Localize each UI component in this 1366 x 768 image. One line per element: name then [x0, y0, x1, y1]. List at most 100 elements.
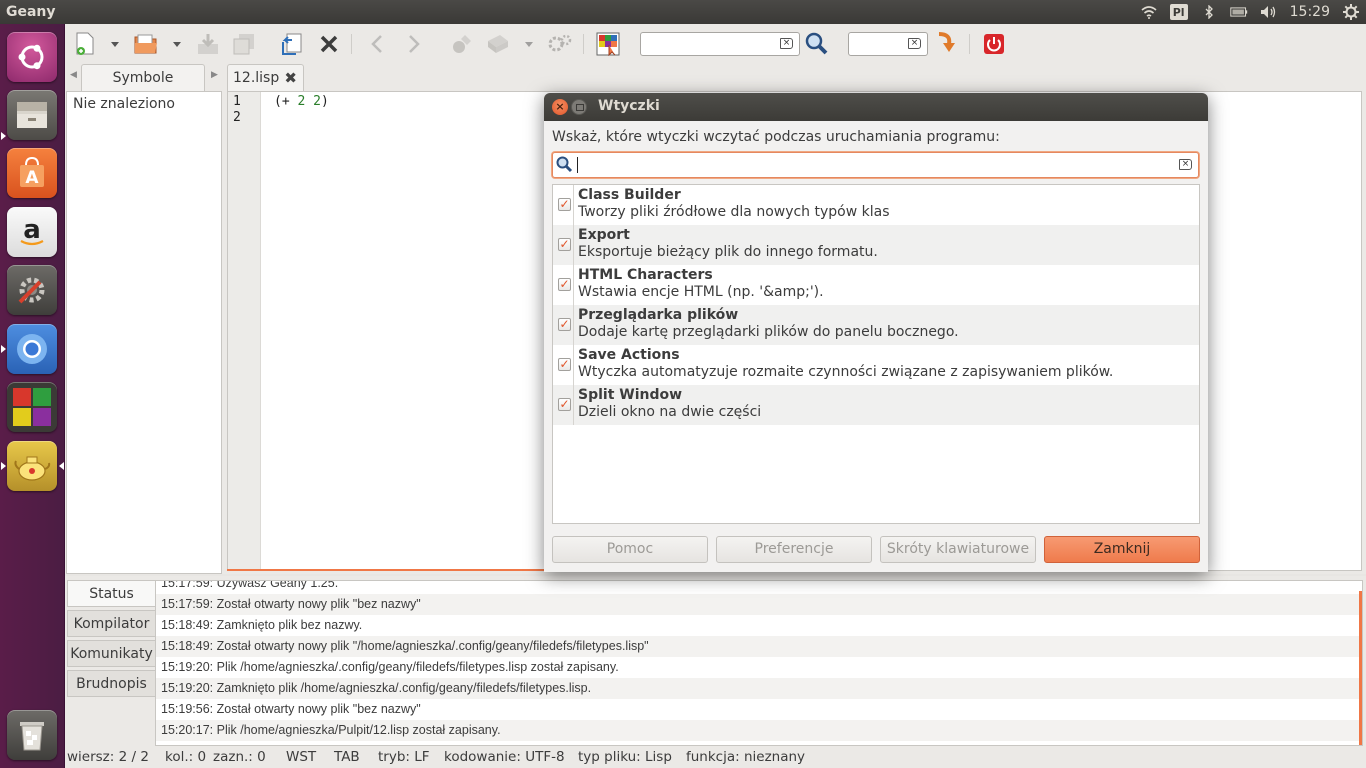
sidebar-tab-next-icon[interactable]: ▶ [211, 70, 218, 80]
geany-icon[interactable] [7, 441, 57, 491]
close-button[interactable]: Zamknij [1044, 536, 1200, 563]
search-icon [556, 156, 573, 177]
plugin-name: Split Window [578, 387, 683, 403]
open-file-icon[interactable] [133, 31, 159, 57]
svg-text:A: A [25, 168, 39, 188]
wifi-icon[interactable] [1140, 4, 1158, 20]
code-text[interactable]: (+ 2 2) [274, 94, 329, 126]
plugin-row[interactable]: ✓ Export Eksportuje bieżący plik do inne… [553, 225, 1199, 265]
tab-scratchpad[interactable]: Brudnopis [67, 670, 155, 697]
clock[interactable]: 15:29 [1290, 4, 1330, 20]
new-file-dropdown-icon[interactable] [111, 42, 119, 47]
plugin-checkbox[interactable]: ✓ [558, 238, 571, 251]
quit-icon[interactable] [981, 31, 1007, 57]
log-scrollbar[interactable] [1359, 591, 1362, 745]
save-icon[interactable] [195, 31, 221, 57]
plugin-row[interactable]: ✓ Split Window Dzieli okno na dwie częśc… [553, 385, 1199, 425]
status-insert-mode: WST [286, 749, 317, 765]
search-icon[interactable] [804, 31, 830, 57]
app-title: Geany [6, 4, 56, 20]
plugin-description: Tworzy pliki źródłowe dla nowych typów k… [578, 204, 890, 220]
line-number-gutter: 1 2 [228, 92, 261, 570]
dialog-close-icon[interactable]: × [552, 99, 568, 115]
goto-line-input[interactable]: × [848, 32, 928, 56]
tab-status[interactable]: Status [67, 580, 155, 607]
keybindings-button[interactable]: Skróty klawiaturowe [880, 536, 1036, 563]
ubuntu-dash-icon[interactable] [7, 32, 57, 82]
plugin-checkbox[interactable]: ✓ [558, 318, 571, 331]
back-icon[interactable] [364, 31, 390, 57]
plugin-description: Dzieli okno na dwie części [578, 404, 762, 420]
plugin-row[interactable]: ✓ HTML Characters Wstawia encje HTML (np… [553, 265, 1199, 305]
status-log[interactable]: 15:17:59: Używasz Geany 1.25. 15:17:59: … [155, 580, 1363, 746]
status-bar: wiersz: 2 / 2 kol.: 0 zazn.: 0 WST TAB t… [65, 746, 1366, 768]
status-line: wiersz: 2 / 2 [67, 749, 149, 765]
status-eol-mode: tryb: LF [378, 749, 430, 765]
plugin-row[interactable]: ✓ Class Builder Tworzy pliki źródłowe dl… [553, 185, 1199, 225]
plugin-row[interactable]: ✓ Przeglądarka plików Dodaje kartę przeg… [553, 305, 1199, 345]
clear-plugin-search-icon[interactable]: × [1179, 159, 1192, 170]
log-row: 15:18:49: Zamknięto plik bez nazwy. [161, 618, 363, 632]
sidebar-tab-prev-icon[interactable]: ◀ [70, 70, 77, 80]
svg-text:a: a [23, 215, 41, 245]
close-file-icon[interactable] [316, 31, 342, 57]
status-function: funkcja: nieznany [686, 749, 806, 765]
build-dropdown-icon[interactable] [525, 42, 533, 47]
plugin-name: Class Builder [578, 187, 681, 203]
workspaces-icon[interactable] [7, 382, 57, 432]
system-tray: Pl 15:29 [1140, 0, 1360, 24]
plugin-checkbox[interactable]: ✓ [558, 358, 571, 371]
status-col: kol.: 0 [165, 749, 207, 765]
software-center-icon[interactable]: A [7, 148, 57, 198]
session-gear-icon[interactable] [1342, 4, 1360, 20]
status-filetype: typ pliku: Lisp [578, 749, 672, 765]
line-number: 2 [233, 110, 241, 125]
log-row: 15:17:59: Używasz Geany 1.25. [161, 580, 339, 590]
build-icon[interactable] [485, 31, 511, 57]
amazon-icon[interactable]: a [7, 207, 57, 257]
plugin-checkbox[interactable]: ✓ [558, 398, 571, 411]
tab-symbols[interactable]: Symbole [81, 64, 205, 91]
plugin-search-input[interactable]: × [552, 152, 1199, 178]
top-panel: Geany Pl 15:29 [0, 0, 1366, 24]
plugin-checkbox[interactable]: ✓ [558, 278, 571, 291]
files-icon[interactable] [7, 90, 57, 140]
goto-line-icon[interactable] [933, 31, 959, 57]
plugin-name: Przeglądarka plików [578, 307, 739, 323]
color-chooser-icon[interactable] [595, 31, 621, 57]
run-icon[interactable] [547, 31, 573, 57]
plugin-checkbox[interactable]: ✓ [558, 198, 571, 211]
system-settings-icon[interactable] [7, 265, 57, 315]
keyboard-layout-indicator[interactable]: Pl [1169, 4, 1188, 20]
clear-search-icon[interactable]: × [780, 38, 793, 49]
volume-icon[interactable] [1260, 4, 1278, 20]
status-selection: zazn.: 0 [213, 749, 266, 765]
plugin-list: ✓ Class Builder Tworzy pliki źródłowe dl… [552, 184, 1200, 524]
save-all-icon[interactable] [231, 31, 257, 57]
symbols-empty-text: Nie znaleziono [73, 96, 175, 112]
help-button[interactable]: Pomoc [552, 536, 708, 563]
battery-icon[interactable] [1229, 4, 1248, 20]
log-row: 15:17:59: Został otwarty nowy plik "bez … [156, 594, 1362, 615]
new-file-icon[interactable] [72, 31, 98, 57]
open-file-dropdown-icon[interactable] [173, 42, 181, 47]
trash-icon[interactable] [7, 710, 57, 760]
toolbar-search-input[interactable]: × [640, 32, 800, 56]
revert-icon[interactable] [279, 31, 305, 57]
tab-messages[interactable]: Komunikaty [67, 640, 155, 667]
dialog-minimize-icon[interactable] [571, 99, 587, 115]
chromium-icon[interactable] [7, 324, 57, 374]
plugin-row[interactable]: ✓ Save Actions Wtyczka automatyzuje rozm… [553, 345, 1199, 385]
close-tab-icon[interactable]: ✖ [284, 65, 297, 91]
dialog-titlebar[interactable]: × Wtyczki [544, 93, 1208, 121]
clear-goto-icon[interactable]: × [908, 38, 921, 49]
tab-compiler[interactable]: Kompilator [67, 610, 155, 637]
tab-12-lisp[interactable]: 12.lisp ✖ [227, 64, 304, 91]
compile-icon[interactable] [449, 31, 475, 57]
launcher: A a [0, 24, 65, 768]
preferences-button[interactable]: Preferencje [716, 536, 872, 563]
forward-icon[interactable] [401, 31, 427, 57]
status-indent: TAB [334, 749, 360, 765]
bluetooth-icon[interactable] [1200, 4, 1218, 20]
